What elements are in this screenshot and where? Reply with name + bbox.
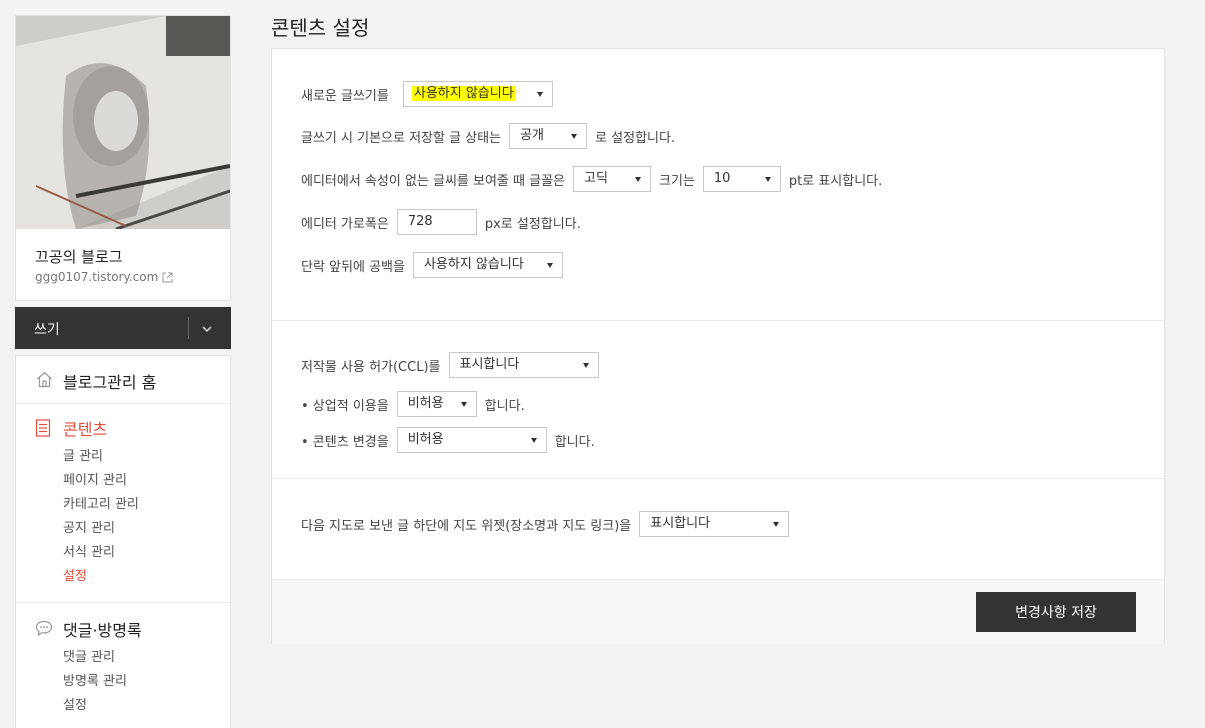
caret-down-icon [546,263,553,268]
setting-row-default-status: 글쓰기 시 기본으로 저장할 글 상태는 공개 로 설정합니다. [301,122,675,150]
caret-down-icon [571,134,578,139]
sidebar-item-contents[interactable]: 콘텐츠 [16,416,230,440]
setting-label: 새로운 글쓰기를 [301,88,389,104]
select-value: 사용하지 않습니다 [411,86,516,101]
write-divider [188,317,189,339]
sidebar-item-templates[interactable]: 서식 관리 [63,541,139,565]
blog-profile-image[interactable] [16,16,230,229]
sidebar-subitems: 댓글 관리 방명록 관리 설정 [63,646,127,718]
setting-label: • 상업적 이용을 [301,398,389,414]
sidebar-item-home[interactable]: 블로그관리 홈 [16,356,230,404]
caret-down-icon [582,363,589,368]
select-value: 비허용 [407,396,444,411]
sidebar-menu: 블로그관리 홈 콘텐츠 글 관리 페이지 관리 카테고리 관리 공지 관리 서식… [15,355,231,728]
caret-down-icon [764,177,771,182]
sidebar-item-categories[interactable]: 카테고리 관리 [63,493,139,517]
setting-label: 에디터에서 속성이 없는 글씨를 보여줄 때 글꼴은 [301,173,565,189]
setting-suffix: 로 설정합니다. [595,130,676,146]
sidebar-item-label: 블로그관리 홈 [63,373,157,392]
setting-label: 에디터 가로폭은 [301,216,389,232]
setting-suffix: 합니다. [484,398,525,414]
sketch-illustration [16,16,230,229]
setting-row-ccl: 저작물 사용 허가(CCL)를 표시합니다 [301,351,607,379]
document-icon [35,419,51,441]
sidebar-item-comments[interactable]: 댓글·방명록 [16,617,230,641]
map-widget-select[interactable]: 표시합니다 [639,511,790,537]
setting-row-font: 에디터에서 속성이 없는 글씨를 보여줄 때 글꼴은 고딕 크기는 10 pt로… [301,165,882,193]
external-link-icon[interactable] [162,272,173,286]
sidebar-item-contents-settings[interactable]: 설정 [63,565,139,589]
sidebar-item-comment-manage[interactable]: 댓글 관리 [63,646,127,670]
write-button[interactable]: 쓰기 [34,319,60,339]
select-value: 비허용 [407,432,444,447]
sidebar-item-guestbook-manage[interactable]: 방명록 관리 [63,670,127,694]
settings-panel: 새로운 글쓰기를 사용하지 않습니다 글쓰기 시 기본으로 저장할 글 상태는 … [271,48,1165,644]
setting-label: 다음 지도로 보낸 글 하단에 지도 위젯(장소명과 지도 링크)을 [301,518,632,534]
sidebar-section-title: 콘텐츠 [63,420,108,439]
blog-title[interactable]: 끄공의 블로그 [35,246,123,267]
speech-bubble-icon [35,620,53,641]
section-divider [272,478,1164,479]
caret-down-icon [536,92,543,97]
setting-row-modify: • 콘텐츠 변경을 비허용 합니다. [301,426,595,454]
select-value: 표시합니다 [459,357,520,372]
blog-url-text[interactable]: ggg0107.tistory.com [35,270,158,284]
select-value: 사용하지 않습니다 [423,257,524,272]
setting-row-editor-width: 에디터 가로폭은 728 px로 설정합니다. [301,208,581,236]
sidebar-section-title: 댓글·방명록 [63,621,142,640]
commercial-use-select[interactable]: 비허용 [396,391,477,417]
select-value: 표시합니다 [650,516,711,531]
blog-url-link[interactable]: ggg0107.tistory.com [35,270,173,286]
setting-row-paragraph-space: 단락 앞뒤에 공백을 사용하지 않습니다 [301,251,571,279]
sidebar-section-contents: 콘텐츠 글 관리 페이지 관리 카테고리 관리 공지 관리 서식 관리 설정 [16,416,230,602]
home-icon [36,371,53,392]
sidebar-section-comments: 댓글·방명록 댓글 관리 방명록 관리 설정 [16,617,230,727]
setting-label: 글쓰기 시 기본으로 저장할 글 상태는 [301,130,502,146]
save-changes-button[interactable]: 변경사항 저장 [976,592,1136,632]
select-value: 고딕 [584,171,608,186]
write-bar: 쓰기 [15,307,231,349]
select-value: 10 [713,171,731,186]
setting-suffix: px로 설정합니다. [484,216,581,232]
font-family-select[interactable]: 고딕 [573,166,651,192]
setting-label: 단락 앞뒤에 공백을 [301,259,405,275]
sidebar-item-pages[interactable]: 페이지 관리 [63,469,139,493]
section-divider [272,320,1164,321]
setting-row-map-widget: 다음 지도로 보낸 글 하단에 지도 위젯(장소명과 지도 링크)을 표시합니다 [301,510,797,538]
sidebar-item-posts[interactable]: 글 관리 [63,445,139,469]
editor-width-input[interactable]: 728 [396,209,477,235]
sidebar-item-comments-settings[interactable]: 설정 [63,694,127,718]
page-title: 콘텐츠 설정 [271,16,370,40]
new-editor-select[interactable]: 사용하지 않습니다 [402,81,553,107]
setting-row-new-editor: 새로운 글쓰기를 사용하지 않습니다 [301,80,561,108]
font-size-select[interactable]: 10 [702,166,781,192]
default-status-select[interactable]: 공개 [509,123,588,149]
content-modify-select[interactable]: 비허용 [396,427,547,453]
panel-footer: 변경사항 저장 [272,579,1164,644]
ccl-select[interactable]: 표시합니다 [448,352,599,378]
setting-label: 저작물 사용 허가(CCL)를 [301,359,441,375]
blog-profile-card: 끄공의 블로그 ggg0107.tistory.com [15,15,231,301]
sidebar-divider [16,602,230,603]
setting-suffix: pt로 표시합니다. [788,173,883,189]
chevron-down-icon[interactable] [201,320,213,339]
setting-row-commercial: • 상업적 이용을 비허용 합니다. [301,390,525,418]
sidebar-item-notices[interactable]: 공지 관리 [63,517,139,541]
caret-down-icon [460,402,467,407]
sidebar-subitems: 글 관리 페이지 관리 카테고리 관리 공지 관리 서식 관리 설정 [63,445,139,589]
setting-label: 크기는 [659,173,695,189]
paragraph-space-select[interactable]: 사용하지 않습니다 [412,252,563,278]
caret-down-icon [530,438,537,443]
select-value: 공개 [520,128,544,143]
caret-down-icon [773,522,780,527]
caret-down-icon [635,177,641,182]
setting-label: • 콘텐츠 변경을 [301,434,389,450]
setting-suffix: 합니다. [554,434,595,450]
